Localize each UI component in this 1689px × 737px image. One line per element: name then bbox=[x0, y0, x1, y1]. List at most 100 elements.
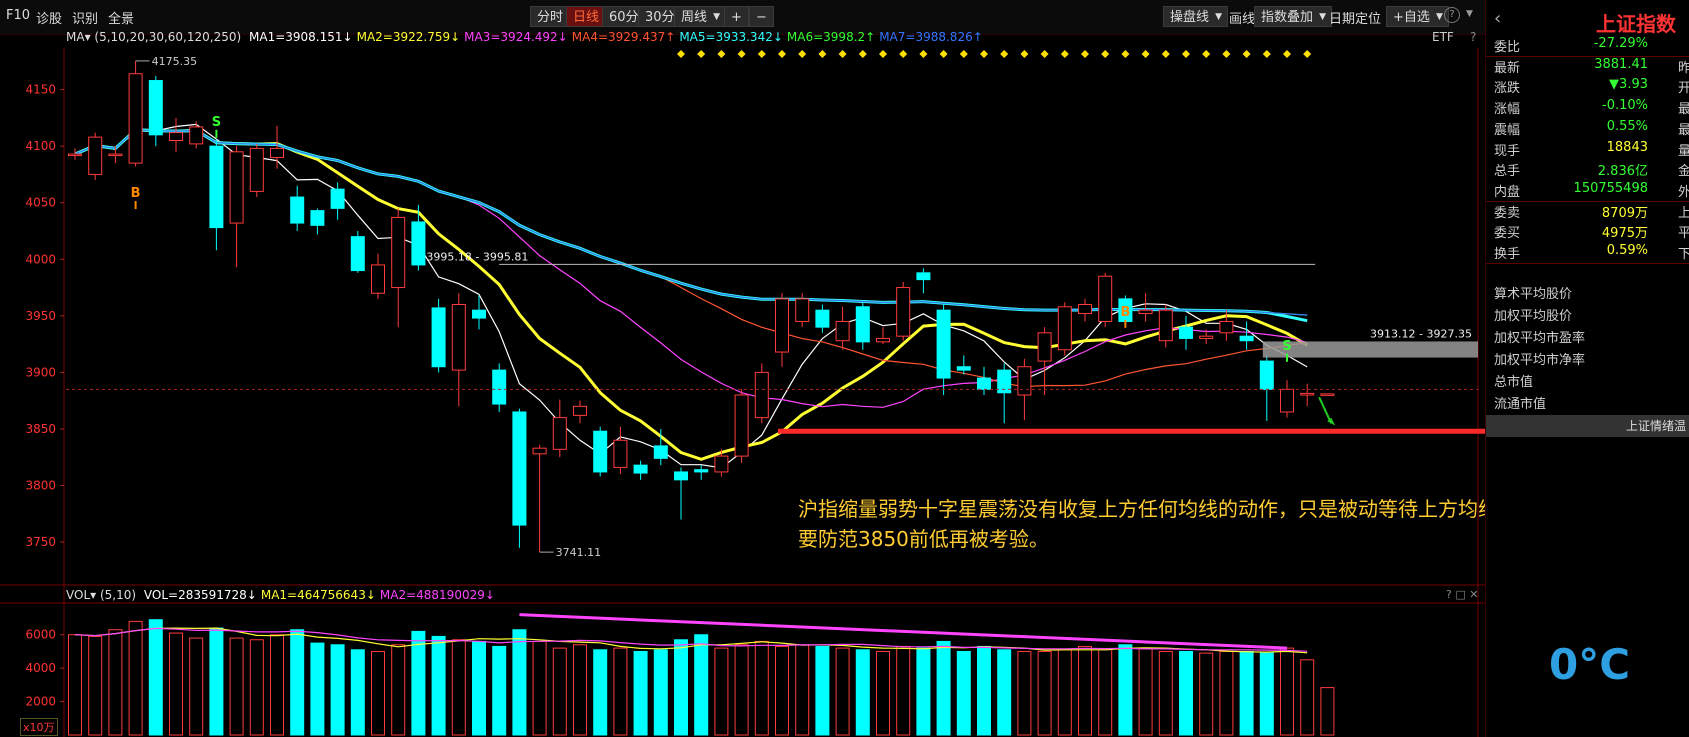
zoom-out-button[interactable]: − bbox=[749, 6, 774, 27]
candle-up bbox=[1158, 309, 1173, 342]
restore-icon[interactable]: □ bbox=[1455, 588, 1465, 601]
date-locate-button[interactable]: 日期定位 bbox=[1329, 8, 1381, 27]
index-stat-item: 加权平均股价 bbox=[1494, 309, 1573, 324]
candle-up bbox=[1057, 306, 1072, 351]
vol-label: VOL bbox=[66, 588, 91, 602]
help-icon[interactable]: ? bbox=[1470, 30, 1476, 44]
signal-diamond bbox=[677, 50, 685, 58]
volume-bar-up bbox=[1158, 650, 1173, 736]
quote-row-extra: 下 bbox=[1678, 247, 1689, 262]
signal-diamond bbox=[697, 50, 706, 58]
ma-legend-label[interactable]: MA▾ bbox=[66, 30, 94, 44]
vol-params: (5,10) bbox=[99, 588, 137, 602]
candle-down bbox=[411, 221, 426, 266]
volume-bar-up bbox=[1138, 647, 1153, 736]
period-intraday-tab[interactable]: 分时 bbox=[530, 6, 571, 27]
index-stat-item: 总市值 bbox=[1494, 375, 1534, 390]
price-tick-label: 4000 bbox=[25, 252, 56, 266]
sentiment-tab-label: 上证情绪温 bbox=[1625, 419, 1686, 433]
volume-bar-up bbox=[734, 644, 749, 736]
vol-legend-label[interactable]: VOL▾ bbox=[66, 588, 100, 602]
trading-line-dropdown[interactable]: 操盘线 ▼ bbox=[1163, 6, 1229, 27]
zoom-in-button[interactable]: + bbox=[724, 6, 749, 27]
watchlist-dropdown[interactable]: +自选 ▼ bbox=[1386, 6, 1449, 27]
quote-row-extra: 金 bbox=[1678, 164, 1689, 180]
candle-up bbox=[1219, 320, 1234, 334]
signal-diamond bbox=[1060, 50, 1069, 58]
candle-down bbox=[148, 80, 163, 136]
candle-down bbox=[633, 464, 648, 474]
etf-label[interactable]: ETF bbox=[1432, 30, 1454, 44]
signal-diamond bbox=[1081, 50, 1089, 58]
chevron-left-icon[interactable]: ‹ bbox=[1494, 8, 1501, 29]
quote-row-label: 委买 bbox=[1494, 226, 1521, 242]
identify-button[interactable]: 识别 bbox=[72, 8, 98, 27]
volume-bar-down bbox=[310, 642, 325, 736]
price-tick-label: 4050 bbox=[25, 196, 56, 210]
candle-down bbox=[310, 210, 325, 226]
quote-row-extra: 量 bbox=[1678, 143, 1689, 159]
quote-row-value: 18843 bbox=[1606, 139, 1648, 155]
quote-row-value: 150755498 bbox=[1573, 180, 1648, 196]
chevron-down-icon[interactable]: ▼ bbox=[1466, 9, 1473, 19]
index-overlay-dropdown[interactable]: 指数叠加 ▼ bbox=[1254, 6, 1333, 27]
candle-down bbox=[653, 445, 668, 459]
signal-diamond bbox=[858, 50, 867, 58]
ma-value-4: MA4=3929.437↑ bbox=[571, 30, 676, 44]
panorama-button[interactable]: 全景 bbox=[108, 8, 134, 27]
candle-down bbox=[431, 307, 446, 368]
volume-bar-up bbox=[1017, 650, 1032, 736]
quote-row-value: 2.836亿 bbox=[1597, 164, 1648, 180]
volume-bar-down bbox=[1239, 650, 1254, 736]
volume-bar-down bbox=[472, 640, 486, 736]
volume-bar-up bbox=[1280, 647, 1294, 736]
volume-bar-up bbox=[1219, 650, 1234, 736]
volume-bar-down bbox=[977, 645, 991, 736]
volume-bar-up bbox=[1078, 645, 1092, 736]
volume-bar-down bbox=[997, 649, 1012, 736]
quote-row-value: 0.59% bbox=[1606, 243, 1648, 258]
vol-value-2: MA1=464756643↓ bbox=[260, 588, 376, 602]
quote-row-label: 委卖 bbox=[1494, 205, 1521, 221]
candle-up bbox=[1098, 275, 1113, 322]
sentiment-tab[interactable]: 上证情绪温 bbox=[1486, 415, 1689, 437]
candle-up bbox=[128, 73, 143, 164]
range2-band bbox=[1262, 341, 1478, 358]
volume-bar-up bbox=[1037, 650, 1052, 736]
diagnose-button[interactable]: 诊股 bbox=[36, 8, 62, 27]
period-weekly-dropdown[interactable]: 周线 ▼ bbox=[674, 6, 727, 27]
candle-down bbox=[1179, 326, 1193, 339]
candle-up bbox=[1320, 393, 1335, 396]
range2-label: 3913.12 - 3927.35 bbox=[1370, 327, 1472, 340]
candle-up bbox=[391, 216, 406, 289]
close-icon[interactable]: ✕ bbox=[1469, 588, 1478, 601]
volume-bar-up bbox=[128, 620, 143, 736]
draw-line-button[interactable]: 画线 bbox=[1229, 8, 1255, 27]
volume-bar-up bbox=[775, 645, 789, 736]
volume-bar-up bbox=[371, 650, 385, 736]
signal-diamond bbox=[899, 50, 908, 58]
help-icon[interactable]: ? bbox=[1444, 7, 1460, 23]
quote-panel: ‹ 上证指数 委比 -27.29% 最新 3881.41 昨涨跌 ▼3.93 开涨幅 -0.1… bbox=[1485, 0, 1689, 737]
analysis-comment: 沪指缩量弱势十字星震荡没有收复上方任何均线的动作，只是被动等待上方均线下移，短线… bbox=[798, 497, 1598, 551]
signal-diamond bbox=[717, 50, 726, 58]
candle-up bbox=[189, 126, 204, 145]
index-stat-item: 加权平均市净率 bbox=[1494, 353, 1586, 368]
candle-down bbox=[472, 309, 486, 319]
low-price-label: 3741.11 bbox=[556, 546, 602, 559]
candle-up bbox=[1017, 366, 1032, 396]
volume-bar-up bbox=[249, 639, 264, 736]
quote-row-label: 涨跌 bbox=[1494, 81, 1521, 97]
quote-row-label: 涨幅 bbox=[1494, 102, 1521, 118]
volume-bar-up bbox=[613, 647, 628, 736]
candle-down bbox=[593, 430, 608, 473]
quote-row-extra: 开 bbox=[1678, 81, 1689, 97]
help-icon[interactable]: ? bbox=[1446, 588, 1452, 601]
f10-button[interactable]: F10 bbox=[6, 8, 30, 23]
signal-diamond bbox=[1242, 50, 1251, 58]
quote-row: 委卖 8709万 上 bbox=[1486, 200, 1689, 222]
quote-row-label: 总手 bbox=[1494, 164, 1521, 180]
candle-down bbox=[977, 377, 991, 390]
candle-down bbox=[350, 236, 365, 272]
period-daily-tab[interactable]: 日线 bbox=[566, 6, 607, 27]
